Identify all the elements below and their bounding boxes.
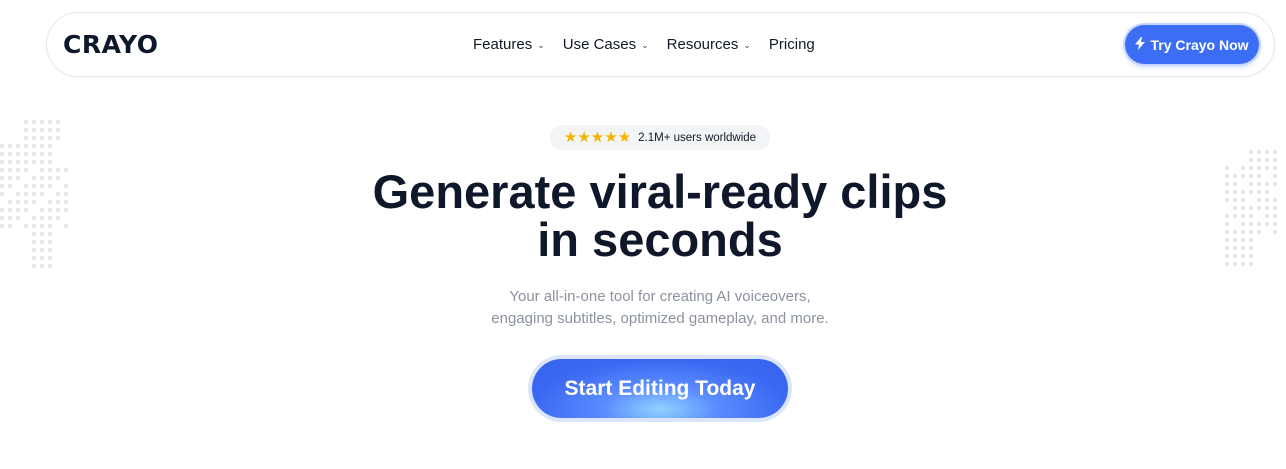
decor-dot [1257, 158, 1261, 162]
try-crayo-now-button[interactable]: Try Crayo Now [1125, 25, 1259, 64]
decor-dot [48, 136, 52, 140]
decor-dot [24, 136, 28, 140]
decor-dot [48, 160, 52, 164]
decor-dot [32, 128, 36, 132]
decor-dot [0, 152, 4, 156]
try-crayo-now-label: Try Crayo Now [1150, 36, 1249, 53]
headline-line-1: Generate viral-ready clips [372, 165, 948, 218]
decor-dot [40, 144, 44, 148]
nav-item-features[interactable]: Features ⌄ [473, 36, 545, 53]
decor-dot [1265, 158, 1269, 162]
start-editing-button-halo: Start Editing Today [528, 355, 792, 422]
decor-dot [24, 152, 28, 156]
subtext-line-1: Your all-in-one tool for creating AI voi… [509, 288, 811, 305]
decor-dot [16, 160, 20, 164]
decor-dot [32, 120, 36, 124]
decor-dot [24, 160, 28, 164]
decor-dot [1249, 150, 1253, 154]
decor-dot [16, 144, 20, 148]
decor-dot [1273, 150, 1277, 154]
decor-dot [32, 264, 36, 268]
nav-item-resources[interactable]: Resources ⌄ [667, 36, 751, 53]
nav-item-label: Use Cases [562, 36, 637, 53]
rating-text: 2.1M+ users worldwide [638, 131, 757, 144]
decor-dot [56, 136, 60, 140]
decor-dot [48, 128, 52, 132]
decor-dot [0, 160, 4, 164]
chevron-down-icon: ⌄ [743, 40, 751, 50]
decor-dot [8, 152, 12, 156]
chevron-down-icon: ⌄ [537, 40, 545, 50]
hero-subtext: Your all-in-one tool for creating AI voi… [0, 286, 1286, 330]
decor-dot [32, 136, 36, 140]
decor-dot [8, 144, 12, 148]
rating-badge: ★★★★★ 2.1M+ users worldwide [550, 125, 770, 150]
decor-dot [1249, 158, 1253, 162]
decor-dot [40, 264, 44, 268]
decor-dot [32, 152, 36, 156]
nav-item-label: Resources [666, 36, 739, 53]
decor-dot [1265, 150, 1269, 154]
decor-dot [48, 152, 52, 156]
decor-dot [16, 152, 20, 156]
lightning-icon [1135, 36, 1146, 53]
decor-dot [24, 128, 28, 132]
decor-dot [32, 144, 36, 148]
decor-dot [1273, 158, 1277, 162]
decor-dot [0, 144, 4, 148]
nav-item-label: Features [473, 36, 533, 53]
decor-dot [24, 120, 28, 124]
decor-dot [40, 128, 44, 132]
nav-item-pricing[interactable]: Pricing [769, 36, 815, 53]
decor-dot [24, 144, 28, 148]
hero-headline: Generate viral-ready clips in seconds [0, 168, 1286, 264]
nav-links: Features ⌄ Use Cases ⌄ Resources ⌄ Prici… [473, 13, 815, 76]
subtext-line-2: engaging subtitles, optimized gameplay, … [491, 310, 829, 327]
decor-dot [40, 136, 44, 140]
decor-dot [8, 160, 12, 164]
start-editing-button[interactable]: Start Editing Today [532, 359, 788, 418]
decor-dot [1257, 150, 1261, 154]
decor-dot [48, 264, 52, 268]
star-rating-icons: ★★★★★ [563, 129, 632, 146]
decor-dot [56, 128, 60, 132]
decor-dot [40, 160, 44, 164]
crayo-logo[interactable]: CRAYO [63, 30, 159, 60]
navbar: CRAYO Features ⌄ Use Cases ⌄ Resources ⌄… [46, 12, 1275, 77]
decor-dot [40, 120, 44, 124]
decor-dot [40, 152, 44, 156]
decor-dot [48, 144, 52, 148]
decor-dot [32, 160, 36, 164]
nav-item-use-cases[interactable]: Use Cases ⌄ [563, 36, 649, 53]
chevron-down-icon: ⌄ [641, 40, 649, 50]
decor-dot [48, 120, 52, 124]
nav-item-label: Pricing [768, 36, 815, 53]
headline-line-2: in seconds [537, 213, 783, 266]
decor-dot [56, 120, 60, 124]
